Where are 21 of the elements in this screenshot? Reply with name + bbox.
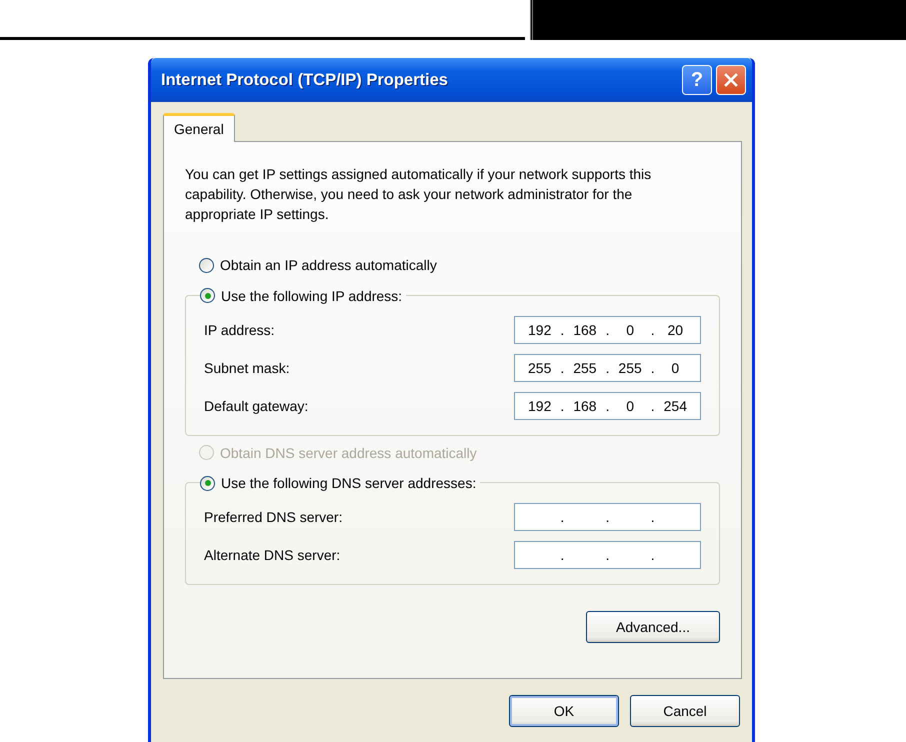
- field-label: Subnet mask:: [204, 360, 290, 376]
- radio-option[interactable]: Use the following IP address:: [200, 286, 402, 304]
- ok-button[interactable]: OK: [509, 695, 619, 727]
- ip-address-field[interactable]: 255 . 255 . 255 . 0: [514, 354, 701, 382]
- field-label: Alternate DNS server:: [204, 547, 340, 563]
- radio-option[interactable]: Obtain an IP address automatically: [199, 256, 437, 274]
- radio-option[interactable]: Use the following DNS server addresses:: [200, 474, 476, 492]
- close-icon: [723, 72, 739, 88]
- advanced-button[interactable]: Advanced...: [586, 611, 720, 643]
- tab[interactable]: General: [163, 113, 235, 142]
- ip-address-field[interactable]: 192 . 168 . 0 . 254: [514, 392, 701, 420]
- description-text: You can get IP settings assigned automatically if your network supports this capability. Otherwise, you need to ask your network administrator for the appropriate IP settings.: [185, 165, 652, 224]
- ip-address-field[interactable]: . . .: [514, 503, 701, 531]
- field-label: IP address:: [204, 322, 275, 338]
- close-button[interactable]: [716, 65, 746, 95]
- window-title: Internet Protocol (TCP/IP) Properties: [161, 70, 449, 90]
- cancel-button[interactable]: Cancel: [630, 695, 740, 727]
- ip-address-field[interactable]: 192 . 168 . 0 . 20: [514, 316, 701, 344]
- field-label: Default gateway:: [204, 398, 308, 414]
- field-label: Preferred DNS server:: [204, 509, 342, 525]
- ip-address-field[interactable]: . . .: [514, 541, 701, 569]
